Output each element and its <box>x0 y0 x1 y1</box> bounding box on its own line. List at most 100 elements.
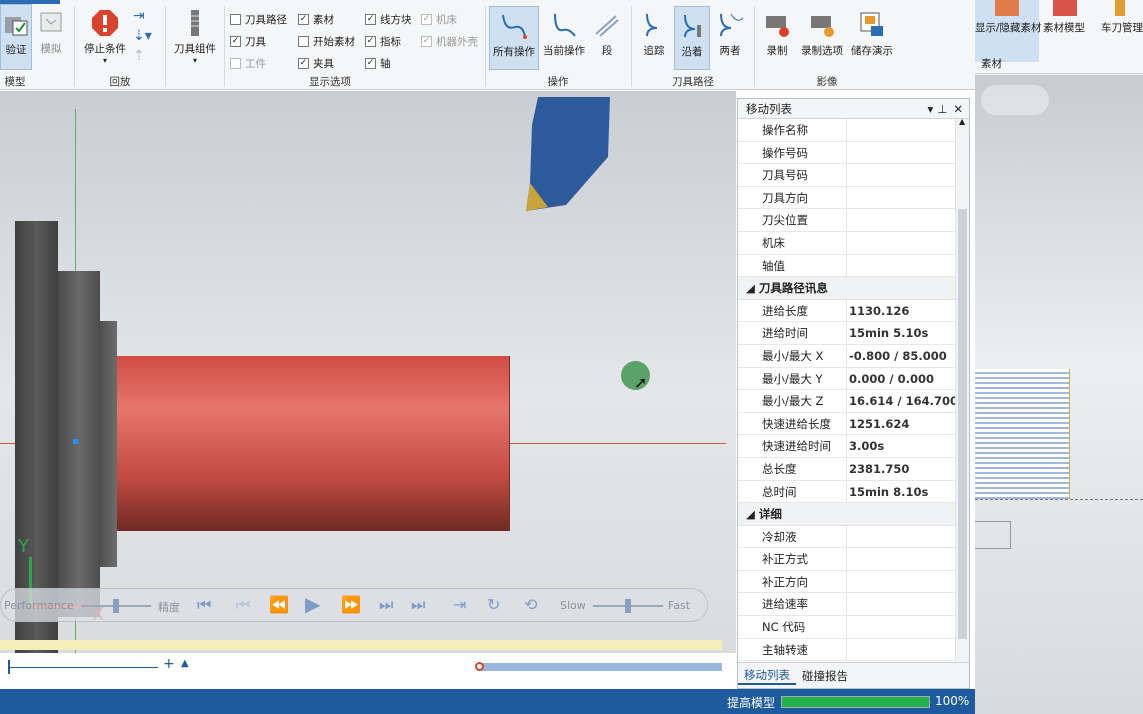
checkbox-wire-block[interactable]: ✓ 线方块 <box>365 12 412 27</box>
checkbox-initial-stock[interactable]: 开始素材 <box>298 34 355 49</box>
zoom-in-icon[interactable]: + <box>163 656 175 672</box>
checkbox-box[interactable]: ✓ <box>298 14 309 25</box>
along-button[interactable]: 沿着 <box>674 6 710 70</box>
save-demo-button[interactable]: 储存演示 <box>848 6 896 70</box>
simulation-viewport[interactable]: ➚ Y X Performance 精度 ⏮ ⏮ ⏪ ▶ ⏩ ⏭ ⏭ ⇥ ↻ ⟲… <box>0 91 736 689</box>
simulate-button[interactable]: 模拟 <box>36 4 66 70</box>
scroll-up-icon[interactable]: ▲ <box>959 119 965 126</box>
property-row[interactable]: 最小/最大 X -0.800 / 85.000 <box>738 344 969 368</box>
range-start-handle[interactable] <box>475 662 484 671</box>
panel-scrollbar[interactable]: ▲ <box>955 119 969 663</box>
tab-collision-report[interactable]: 碰撞报告 <box>796 668 854 684</box>
play-icon[interactable]: ▶ <box>305 592 320 616</box>
stop-condition-button[interactable]: 停止条件 ▾ <box>80 4 130 70</box>
property-row[interactable]: 操作名称 <box>738 119 969 142</box>
both-button[interactable]: 两者 <box>712 6 748 70</box>
property-value: 2381.750 <box>849 461 910 476</box>
property-row[interactable]: 总长度 2381.750 <box>738 457 969 481</box>
loop-icon[interactable]: ↻ <box>487 595 500 614</box>
segment-button[interactable]: 段 <box>592 6 622 70</box>
group-toolpath-label: 刀具路径 <box>672 76 714 88</box>
show-hide-stock-button[interactable]: 显示/隐藏素材 <box>975 0 1042 62</box>
zoom-slider-thumb[interactable] <box>8 660 10 674</box>
property-row[interactable]: 最小/最大 Z 16.614 / 164.700 <box>738 390 969 413</box>
all-operations-button[interactable]: 所有操作 <box>489 6 539 70</box>
dropdown-arrow-icon: ▾ <box>192 56 197 65</box>
next-step-icon[interactable]: ⏭ <box>379 595 393 615</box>
checkbox-box[interactable] <box>230 14 241 25</box>
tool-assembly-button[interactable]: 刀具组件 ▾ <box>170 4 220 70</box>
current-operation-button[interactable]: 当前操作 <box>540 6 588 70</box>
property-row[interactable]: 操作号码 <box>738 141 969 165</box>
section-toolpath-info[interactable]: ◢ 刀具路径讯息 <box>738 277 969 300</box>
zoom-slider[interactable] <box>8 667 158 668</box>
property-row[interactable]: 刀具方向 <box>738 186 969 210</box>
verify-button[interactable]: 验证 <box>0 4 32 70</box>
first-icon[interactable]: ⏮ <box>197 595 211 615</box>
record-options-button[interactable]: 录制选项 <box>798 6 846 70</box>
checkbox-box[interactable]: ✓ <box>365 14 376 25</box>
checkbox-stock[interactable]: ✓ 素材 <box>298 12 334 27</box>
trace-button[interactable]: 追踪 <box>636 6 672 70</box>
prev-step-icon[interactable]: ⏮ <box>236 595 250 615</box>
step-into-icon[interactable]: ⇥ <box>453 595 466 614</box>
property-row[interactable]: NC 代码 <box>738 616 969 639</box>
timeline-track[interactable] <box>0 640 722 650</box>
checkbox-box[interactable]: ✓ <box>230 36 241 47</box>
checkbox-machine[interactable]: ✓ 机床 <box>421 12 457 27</box>
property-key: 快速进给时间 <box>738 435 847 457</box>
panel-dropdown-icon[interactable]: ▾ <box>928 102 934 116</box>
step-icon[interactable]: ⇣▾ <box>133 28 155 44</box>
property-row[interactable]: 补正方式 <box>738 548 969 571</box>
pin-icon[interactable]: ⊥ <box>937 102 947 116</box>
checkbox-axis[interactable]: ✓ 轴 <box>365 56 391 71</box>
status-label: 提高模型 <box>727 696 776 710</box>
close-icon[interactable]: ✕ <box>953 102 963 116</box>
property-row[interactable]: 总时间 15min 8.10s <box>738 480 969 504</box>
tab-move-list[interactable]: 移动列表 <box>738 667 796 685</box>
property-row[interactable]: 快速进给时间 3.00s <box>738 435 969 458</box>
checkbox-box[interactable]: ✓ <box>421 36 432 47</box>
progress-range[interactable] <box>477 663 722 671</box>
property-row[interactable]: 快速进给长度 1251.624 <box>738 412 969 436</box>
collapse-icon[interactable]: ▲ <box>181 658 189 669</box>
view-toolbar <box>981 85 1049 115</box>
property-row[interactable]: 进给速率 <box>738 593 969 617</box>
checkbox-machine-enclosure[interactable]: ✓ 机器外壳 <box>421 34 478 49</box>
property-row[interactable]: 冷却液 <box>738 525 969 549</box>
lathe-tool-manager-button[interactable]: 车刀管理 <box>1101 0 1143 62</box>
checkbox-box[interactable]: ✓ <box>365 58 376 69</box>
checkbox-fixture[interactable]: ✓ 夹具 <box>298 56 334 71</box>
step-forward-icon[interactable]: ⇥ <box>133 8 149 24</box>
property-row[interactable]: 刀具号码 <box>738 164 969 187</box>
checkbox-box[interactable]: ✓ <box>298 58 309 69</box>
property-row[interactable]: 补正方向 <box>738 570 969 594</box>
property-row[interactable]: 最小/最大 Y 0.000 / 0.000 <box>738 367 969 391</box>
property-row[interactable]: 轴值 <box>738 254 969 278</box>
origin-marker <box>73 439 78 444</box>
last-icon[interactable]: ⏭ <box>411 595 425 615</box>
property-row[interactable]: 进给长度 1130.126 <box>738 299 969 323</box>
stock-model-button[interactable]: 素材模型 <box>1043 0 1093 62</box>
checkbox-box[interactable]: ✓ <box>365 36 376 47</box>
checkbox-indicator[interactable]: ✓ 指标 <box>365 34 401 49</box>
precision-slider-thumb[interactable] <box>113 599 119 613</box>
record-button[interactable]: 录制 <box>760 6 794 70</box>
checkbox-tool[interactable]: ✓ 刀具 <box>230 34 266 49</box>
checkbox-box[interactable]: ✓ <box>421 14 432 25</box>
checkbox-workpiece[interactable]: 工件 <box>230 56 266 71</box>
fast-forward-icon[interactable]: ⏩ <box>341 595 361 614</box>
property-row[interactable]: 机床 <box>738 231 969 255</box>
rewind-icon[interactable]: ⏪ <box>269 595 289 614</box>
checkbox-box[interactable] <box>298 36 309 47</box>
checkbox-toolpath[interactable]: 刀具路径 <box>230 12 287 27</box>
section-detail[interactable]: ◢ 详细 <box>738 503 969 526</box>
checkbox-box[interactable] <box>230 58 241 69</box>
scrollbar-thumb[interactable] <box>958 209 967 639</box>
reset-icon[interactable]: ⇡ <box>133 48 149 64</box>
property-row[interactable]: 进给时间 15min 5.10s <box>738 322 969 345</box>
property-row[interactable]: 刀尖位置 <box>738 209 969 232</box>
speed-slider-thumb[interactable] <box>625 599 631 613</box>
property-row[interactable]: 主轴转速 <box>738 638 969 662</box>
reset-view-icon[interactable]: ⟲ <box>524 595 537 614</box>
